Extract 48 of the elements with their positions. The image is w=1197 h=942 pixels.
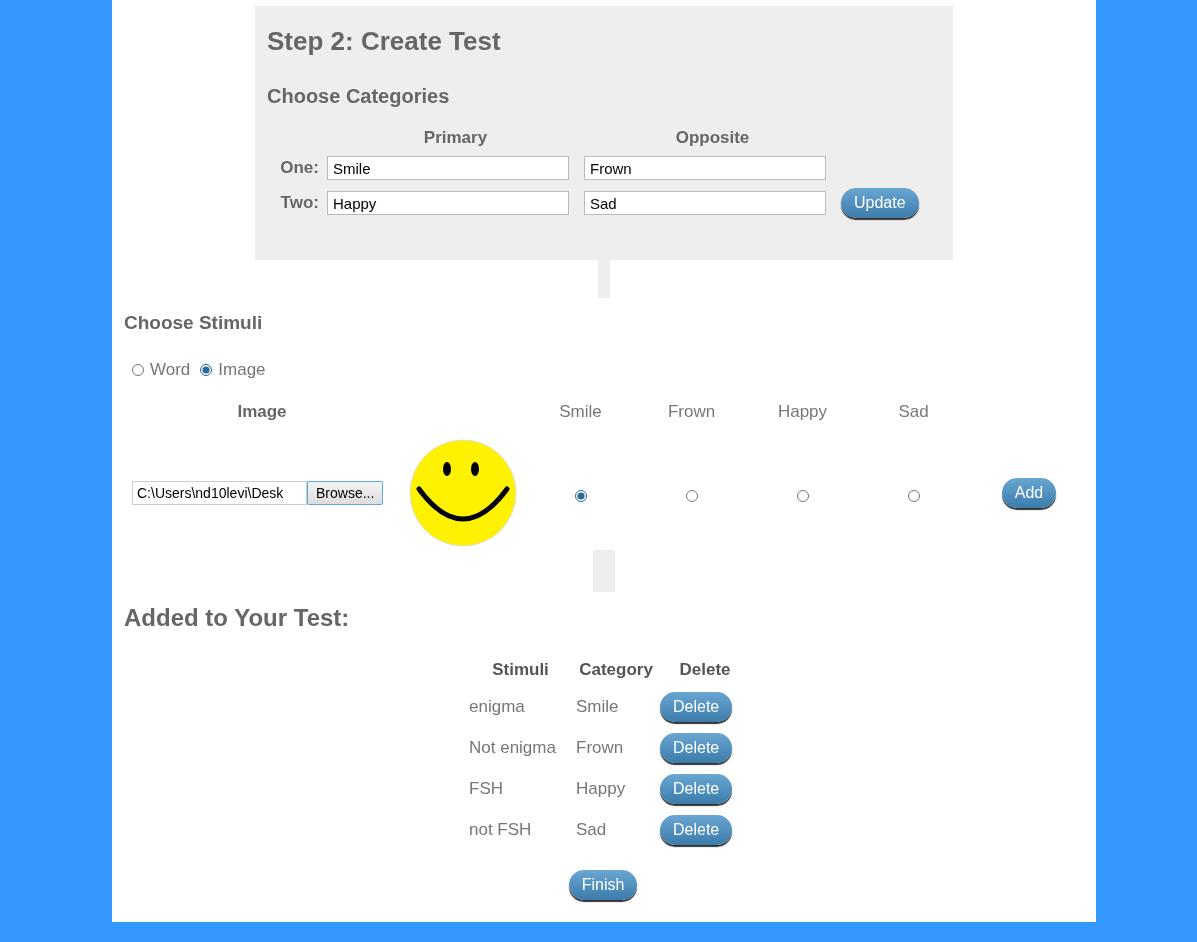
category-radio[interactable] [574, 490, 587, 502]
row-label: One: [279, 158, 320, 178]
stimulus-text: Not enigma [469, 737, 556, 758]
category-radio[interactable] [685, 490, 698, 502]
category-text: Smile [576, 696, 619, 717]
column-header: Delete [678, 660, 732, 681]
smiley-face-icon [408, 439, 517, 547]
delete-button[interactable]: Delete [660, 691, 733, 722]
option-label: Word [150, 360, 191, 380]
option-label: Image [218, 360, 266, 380]
radio-button[interactable] [132, 364, 144, 376]
category-radio[interactable] [796, 490, 809, 502]
stimulus-text: FSH [469, 778, 503, 799]
opposite-field[interactable]: Frown [584, 156, 826, 180]
column-header: Opposite [674, 128, 751, 148]
radio-button[interactable] [200, 364, 213, 376]
category-label: Sad [897, 402, 930, 423]
row-label: Two: [279, 193, 320, 213]
stimulus-type-option[interactable]: Image [200, 360, 266, 380]
opposite-field[interactable]: Sad [584, 191, 826, 215]
category-text: Sad [576, 819, 607, 840]
category-label: Happy [776, 402, 829, 423]
section-title: Choose Stimuli [124, 312, 264, 334]
category-text: Happy [576, 778, 626, 799]
file-path-field[interactable]: C:\Users\nd10levi\Desk [132, 481, 307, 505]
section-title: Added to Your Test: [124, 604, 351, 632]
primary-field[interactable]: Smile [327, 156, 569, 180]
stimulus-text: enigma [469, 696, 525, 717]
update-button[interactable]: Update [841, 188, 919, 218]
section-title: Choose Categories [267, 85, 451, 108]
primary-field[interactable]: Happy [327, 191, 569, 215]
stimulus-type-option[interactable]: Word [132, 360, 191, 380]
page-title: Step 2: Create Test [267, 26, 502, 57]
stimulus-text: not FSH [469, 819, 532, 840]
category-text: Frown [576, 737, 624, 758]
column-header: Primary [422, 128, 489, 148]
category-label: Smile [558, 402, 603, 423]
column-header: Image [236, 402, 288, 423]
finish-button[interactable]: Finish [568, 870, 638, 900]
column-header: Stimuli [491, 660, 550, 681]
add-button[interactable]: Add [1001, 478, 1057, 508]
category-label: Frown [666, 402, 717, 423]
category-radio[interactable] [907, 490, 920, 502]
delete-button[interactable]: Delete [660, 773, 733, 804]
column-header: Category [578, 660, 654, 681]
browse-button[interactable]: Browse... [307, 481, 384, 505]
delete-button[interactable]: Delete [660, 732, 733, 763]
delete-button[interactable]: Delete [660, 814, 733, 845]
